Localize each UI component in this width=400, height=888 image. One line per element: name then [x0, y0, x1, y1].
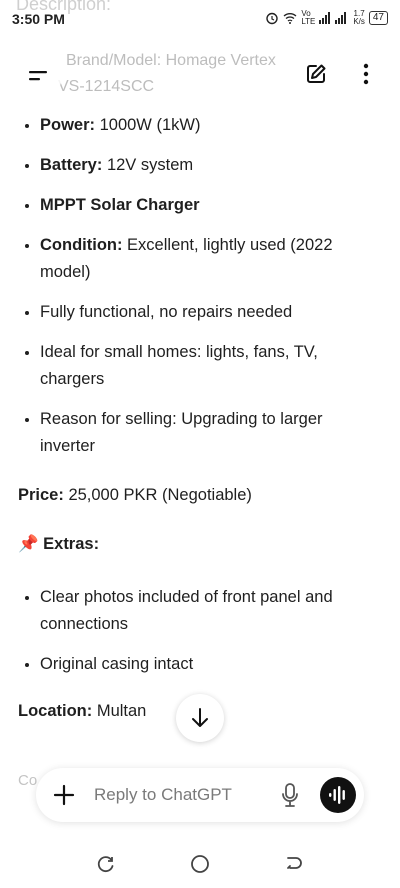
list-item: Fully functional, no repairs needed [40, 299, 382, 326]
spec-list: Power: 1000W (1kW) Battery: 12V system M… [18, 112, 382, 460]
home-icon[interactable] [190, 854, 210, 874]
item-label: MPPT Solar Charger [40, 196, 200, 214]
list-item: Original casing intact [40, 651, 382, 678]
status-icons: Vo LTE 1.7 K/s 47 [265, 10, 388, 26]
pushpin-icon: 📌 [18, 535, 39, 553]
hamburger-icon [29, 71, 47, 81]
list-item: Condition: Excellent, lightly used (2022… [40, 232, 382, 286]
more-vertical-icon [363, 63, 368, 84]
item-text: 12V system [102, 156, 194, 174]
menu-button[interactable] [14, 52, 62, 100]
assistant-message: Power: 1000W (1kW) Battery: 12V system M… [18, 112, 382, 725]
list-item: Ideal for small homes: lights, fans, TV,… [40, 339, 382, 393]
item-label: Condition: [40, 236, 123, 254]
arrow-down-icon [192, 708, 208, 727]
item-text: Reason for selling: Upgrading to larger … [40, 410, 323, 455]
recent-apps-icon[interactable] [97, 855, 115, 873]
new-chat-button[interactable] [304, 62, 328, 91]
item-text: Ideal for small homes: lights, fans, TV,… [40, 343, 318, 388]
waveform-icon [329, 786, 345, 804]
network-speed: 1.7 K/s [353, 10, 365, 26]
scroll-to-bottom-button[interactable] [176, 694, 224, 742]
faded-next-line: Co [18, 772, 38, 789]
plus-icon[interactable] [52, 783, 76, 807]
faded-model-line: VS-1214SCC [58, 78, 155, 95]
more-options-button[interactable] [363, 63, 369, 90]
price-value: 25,000 PKR (Negotiable) [63, 486, 252, 504]
status-time: 3:50 PM [12, 11, 65, 27]
wifi-icon [283, 13, 297, 24]
list-item: Battery: 12V system [40, 152, 382, 179]
speed-unit: K/s [353, 17, 365, 26]
extras-list: Clear photos included of front panel and… [18, 584, 382, 678]
item-label: Battery: [40, 156, 103, 174]
item-text: 1000W (1kW) [95, 116, 201, 134]
extras-heading: 📌 Extras: [18, 531, 382, 558]
extras-label: Extras: [38, 535, 100, 553]
list-item: Clear photos included of front panel and… [40, 584, 382, 638]
item-label: Power: [40, 116, 96, 134]
battery-icon: 47 [368, 11, 388, 25]
list-item: Reason for selling: Upgrading to larger … [40, 406, 382, 460]
system-navigation-bar [0, 840, 400, 888]
item-text: Clear photos included of front panel and… [40, 588, 333, 633]
list-item: Power: 1000W (1kW) [40, 112, 382, 139]
composer: Reply to ChatGPT [36, 768, 364, 822]
signal-icon [319, 12, 347, 24]
microphone-icon[interactable] [280, 782, 300, 808]
item-text: Original casing intact [40, 655, 194, 673]
faded-brand-line: Brand/Model: Homage Vertex [66, 52, 276, 69]
item-text: Fully functional, no repairs needed [40, 303, 293, 321]
reply-input[interactable]: Reply to ChatGPT [94, 785, 232, 805]
location-label: Location: [18, 702, 93, 720]
location-value: Multan [92, 702, 147, 720]
new-chat-icon [306, 64, 325, 83]
alarm-icon [266, 12, 279, 25]
header-actions [286, 52, 386, 100]
back-icon[interactable] [285, 855, 303, 873]
price-line: Price: 25,000 PKR (Negotiable) [18, 482, 382, 509]
status-bar: Description: 3:50 PM Vo LTE 1.7 K/s 47 [0, 0, 400, 40]
network-label: Vo LTE [301, 9, 316, 26]
list-item: MPPT Solar Charger [40, 192, 382, 219]
price-label: Price: [18, 486, 64, 504]
voice-mode-button[interactable] [320, 777, 356, 813]
